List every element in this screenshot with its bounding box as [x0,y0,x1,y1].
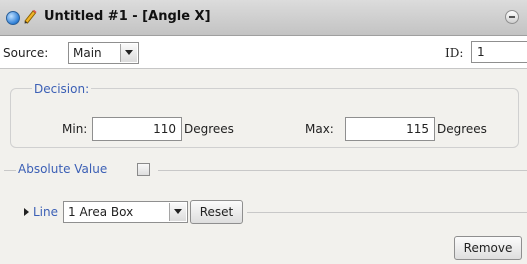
max-value: 115 [406,122,429,136]
absolute-separator-right [158,170,527,171]
max-label: Max: [305,122,334,136]
absolute-value-label: Absolute Value [18,162,108,176]
max-input[interactable]: 115 [345,117,435,141]
source-select[interactable]: Main [68,42,139,64]
line-label[interactable]: Line [33,205,58,219]
line-separator [247,212,527,213]
min-input[interactable]: 110 [92,117,182,141]
expand-triangle-icon[interactable] [24,208,29,216]
source-select-value: Main [73,46,102,60]
id-label: ID: [445,46,464,60]
source-label: Source: [3,46,49,60]
reset-button[interactable]: Reset [190,200,243,224]
max-unit: Degrees [437,122,487,136]
id-value: 1 [477,45,485,59]
id-input[interactable]: 1 [471,41,527,63]
collapse-icon[interactable] [505,10,519,24]
decision-legend: Decision: [32,82,92,96]
absolute-separator-left [4,170,16,171]
window-title: Untitled #1 - [Angle X] [44,9,211,24]
absolute-value-checkbox[interactable] [137,163,150,176]
min-label: Min: [62,122,88,136]
min-unit: Degrees [184,122,234,136]
circle-status-icon[interactable] [6,11,20,25]
reset-button-label: Reset [199,205,234,219]
line-select-value: 1 Area Box [68,205,134,219]
min-value: 110 [153,122,176,136]
decision-group [10,88,519,148]
remove-button-label: Remove [463,241,513,255]
title-bar: Untitled #1 - [Angle X] [0,0,527,36]
chevron-down-icon[interactable] [120,44,137,62]
source-row: Source: Main ID: 1 [0,36,527,69]
line-select[interactable]: 1 Area Box [63,201,188,223]
chevron-down-icon[interactable] [169,203,186,221]
remove-button[interactable]: Remove [454,236,522,260]
pencil-icon[interactable] [22,8,38,24]
